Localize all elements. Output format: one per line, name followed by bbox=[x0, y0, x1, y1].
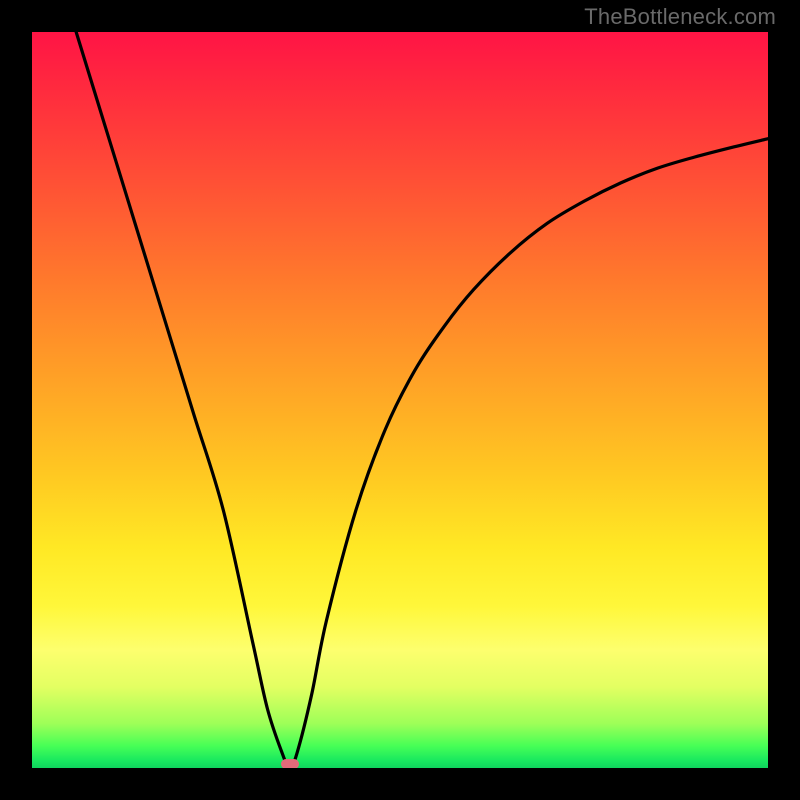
plot-area bbox=[32, 32, 768, 768]
watermark-text: TheBottleneck.com bbox=[584, 4, 776, 30]
bottleneck-curve bbox=[32, 32, 768, 768]
minimum-marker bbox=[281, 759, 299, 768]
chart-frame: TheBottleneck.com bbox=[0, 0, 800, 800]
